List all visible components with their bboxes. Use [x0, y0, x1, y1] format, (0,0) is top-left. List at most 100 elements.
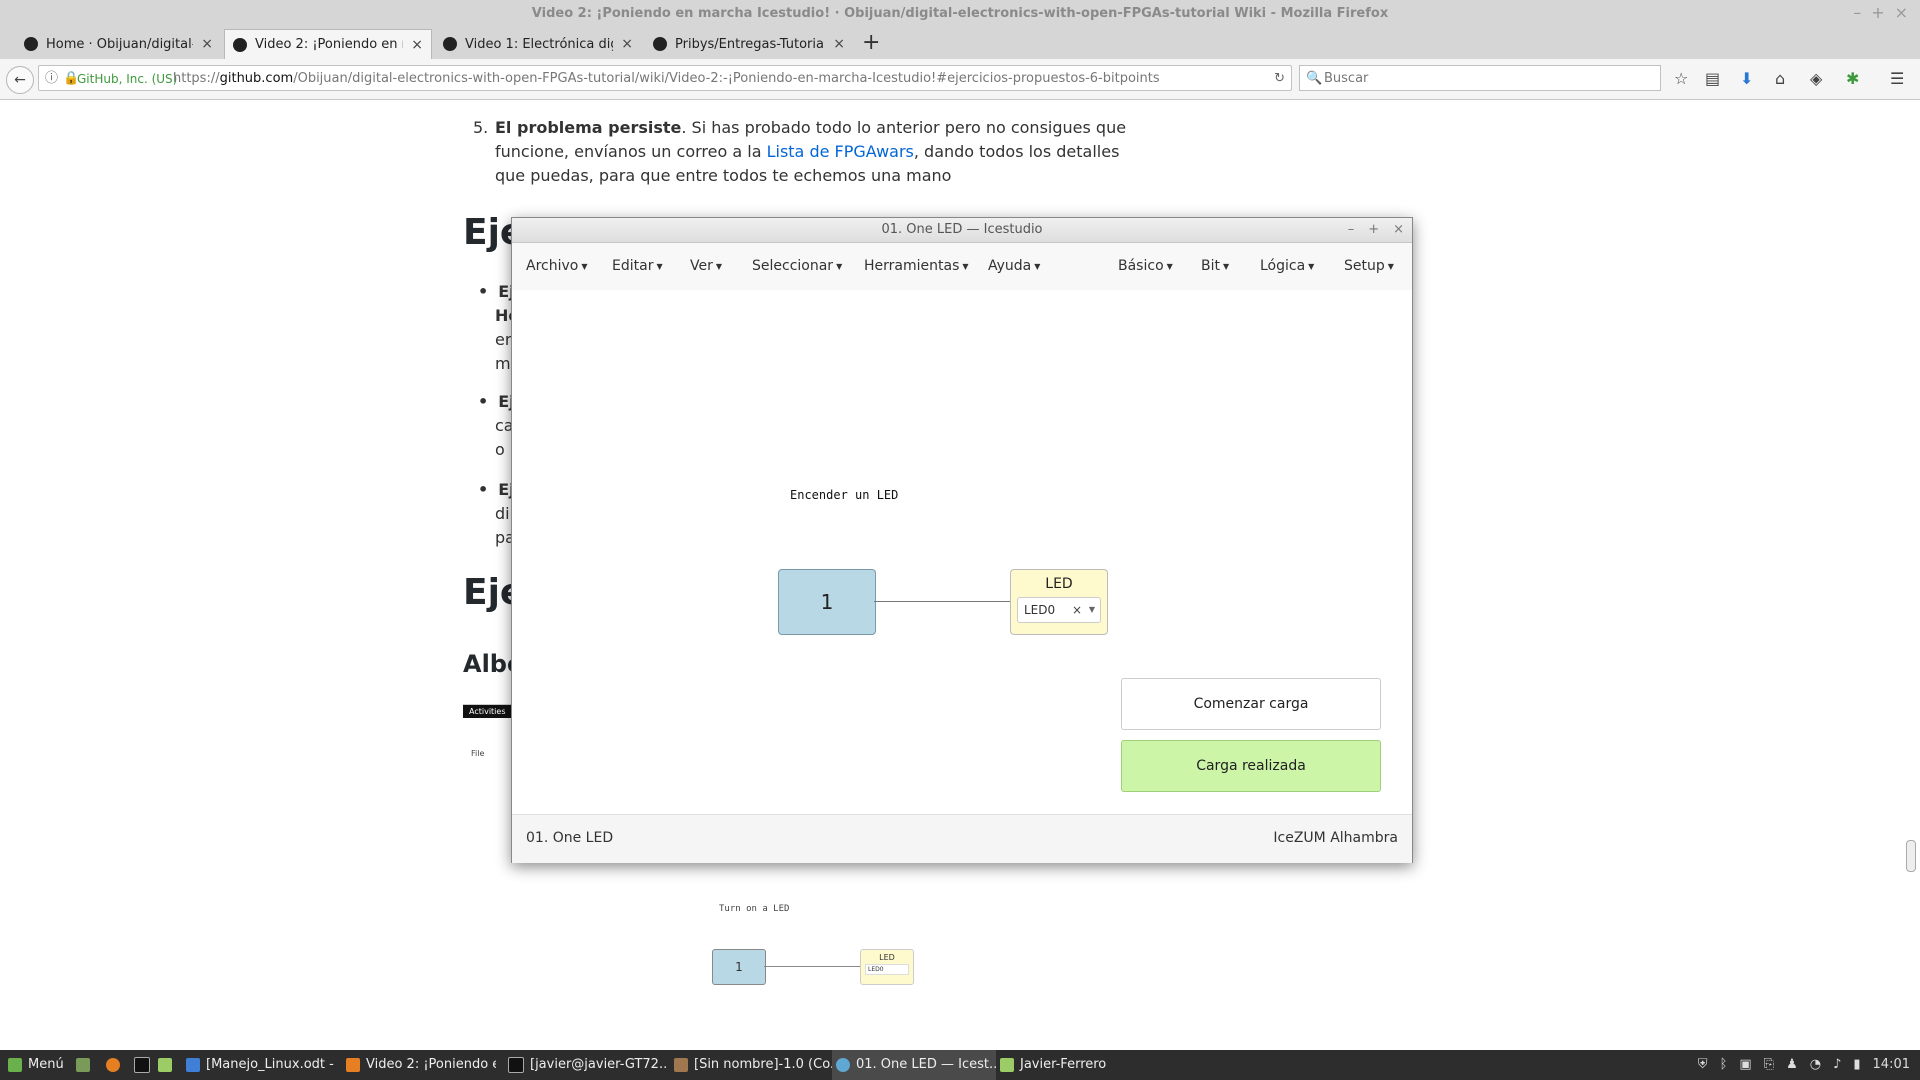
battery-icon[interactable]: ▮ — [1853, 1050, 1860, 1080]
led-pin-select[interactable]: LED0 × ▼ — [1017, 597, 1101, 623]
bold-text: El problema persiste — [495, 118, 682, 137]
menu-ayuda[interactable]: Ayuda ▼ — [988, 258, 1040, 274]
user-icon[interactable]: ♟ — [1786, 1050, 1798, 1080]
tab-video1[interactable]: Video 1: Electrónica digital p × — [435, 29, 641, 59]
close-icon[interactable]: × — [201, 36, 213, 52]
taskbar-item[interactable]: Video 2: ¡Poniendo e... — [342, 1050, 496, 1080]
reading-list-icon[interactable]: ▤ — [1705, 69, 1720, 88]
new-tab-button[interactable]: + — [862, 30, 880, 55]
bullet-text: o — [495, 440, 505, 459]
taskbar-item[interactable]: Javier-Ferrero — [996, 1050, 1150, 1080]
menu-setup[interactable]: Setup ▼ — [1344, 258, 1394, 274]
icestudio-menubar: Archivo ▼ Editar ▼ Ver ▼ Seleccionar ▼ Herra… — [512, 243, 1412, 292]
close-icon[interactable]: × — [833, 36, 845, 52]
icestudio-title: 01. One LED — Icestudio — [881, 222, 1043, 237]
extension-icon[interactable]: ✱ — [1846, 69, 1859, 88]
chevron-down-icon[interactable]: ▼ — [1089, 598, 1095, 622]
design-canvas[interactable]: Encender un LED 1 LED LED0 × ▼ Comenzar … — [512, 290, 1412, 814]
tab-pribys[interactable]: Pribys/Entregas-Tutorial-Ele × — [645, 29, 853, 59]
constant-block-image: 1 — [712, 949, 766, 985]
tab-label: Video 1: Electrónica digital p — [465, 36, 613, 52]
close-window-button[interactable]: × — [1895, 3, 1908, 22]
minimize-button[interactable]: – — [1348, 218, 1355, 242]
tab-video2[interactable]: Video 2: ¡Poniendo en marc × — [224, 29, 432, 59]
led-pin-value: LED0 — [1024, 603, 1056, 617]
bullet-item: • Ej — [478, 480, 515, 499]
taskbar-item[interactable]: [Sin nombre]-1.0 (Co... — [670, 1050, 834, 1080]
canvas-comment[interactable]: Encender un LED — [790, 488, 898, 502]
show-desktop-icon[interactable] — [72, 1050, 100, 1080]
diagram-caption: Turn on a LED — [719, 904, 790, 914]
led-value: LED0 — [865, 964, 909, 975]
home-icon[interactable]: ⌂ — [1775, 69, 1785, 88]
maximize-button[interactable]: + — [1368, 218, 1379, 242]
wire[interactable] — [874, 601, 1010, 602]
menu-bit[interactable]: Bit ▼ — [1201, 258, 1229, 274]
icestudio-titlebar: 01. One LED — Icestudio – + × — [512, 218, 1412, 243]
scrollbar-thumb[interactable] — [1906, 840, 1916, 872]
update-icon[interactable]: ⎘ — [1764, 1050, 1774, 1080]
taskbar-item[interactable]: [Manejo_Linux.odt - ... — [182, 1050, 336, 1080]
taskbar-item[interactable]: [javier@javier-GT72... — [504, 1050, 668, 1080]
led-label: LED — [1045, 576, 1073, 592]
tab-home[interactable]: Home · Obijuan/digital-elec × — [16, 29, 221, 59]
mint-icon — [8, 1057, 22, 1072]
close-icon[interactable]: × — [621, 36, 633, 52]
bluetooth-icon[interactable]: ᛒ — [1720, 1050, 1728, 1080]
activities-label: Activities — [463, 705, 512, 718]
search-icon: 🔍 — [1306, 71, 1323, 86]
start-menu-button[interactable]: Menú — [4, 1050, 68, 1080]
bullet-item: • Ej — [478, 282, 515, 301]
url-bar[interactable]: ⓘ 🔒 GitHub, Inc. (US) https://github.com… — [38, 65, 1292, 91]
tab-bar: Home · Obijuan/digital-elec × Video 2: ¡… — [0, 29, 1920, 59]
info-icon[interactable]: ⓘ — [45, 66, 58, 92]
wifi-icon[interactable]: ◔ — [1810, 1050, 1821, 1080]
firefox-launcher-icon[interactable] — [102, 1050, 130, 1080]
board-name[interactable]: IceZUM Alhambra — [1273, 830, 1398, 846]
wire-image — [764, 966, 860, 967]
back-button[interactable]: ← — [6, 66, 34, 94]
close-window-button[interactable]: × — [1393, 218, 1404, 242]
menu-herramientas[interactable]: Herramientas ▼ — [864, 258, 969, 274]
bullet-item: • Ej — [478, 392, 515, 411]
pocket-icon[interactable]: ◈ — [1810, 69, 1822, 88]
embedded-screenshot: Activities File — [463, 704, 513, 775]
star-icon[interactable]: ☆ — [1674, 69, 1688, 88]
window-title: Video 2: ¡Poniendo en marcha Icestudio! … — [531, 6, 1389, 21]
menu-editar[interactable]: Editar ▼ — [612, 258, 663, 274]
search-input[interactable]: 🔍 Buscar — [1299, 65, 1661, 91]
start-upload-button[interactable]: Comenzar carga — [1121, 678, 1381, 730]
led-label: LED — [879, 953, 895, 962]
navigation-bar: ← ⓘ 🔒 GitHub, Inc. (US) https://github.c… — [0, 59, 1920, 100]
bullet-text: m — [495, 354, 511, 373]
volume-icon[interactable]: ♪ — [1833, 1050, 1841, 1080]
menu-ver[interactable]: Ver ▼ — [690, 258, 722, 274]
constant-block[interactable]: 1 — [778, 569, 876, 635]
hamburger-menu-icon[interactable]: ☰ — [1890, 69, 1904, 88]
shield-icon[interactable]: ⛨ — [1698, 1050, 1708, 1080]
close-icon[interactable]: × — [411, 37, 423, 53]
taskbar-item[interactable]: 01. One LED — Icest... — [832, 1050, 996, 1080]
files-launcher-icon[interactable] — [154, 1050, 182, 1080]
icestudio-window: 01. One LED — Icestudio – + × Archivo ▼ E… — [511, 217, 1413, 863]
tab-label: Pribys/Entregas-Tutorial-Ele — [675, 36, 825, 52]
minimize-button[interactable]: – — [1853, 3, 1861, 22]
menu-seleccionar[interactable]: Seleccionar ▼ — [752, 258, 842, 274]
fpgawars-link[interactable]: Lista de FPGAwars — [767, 142, 914, 161]
download-icon[interactable]: ⬇ — [1740, 69, 1753, 88]
maximize-button[interactable]: + — [1871, 3, 1884, 22]
tab-label: Video 2: ¡Poniendo en marc — [255, 37, 403, 52]
upload-done-notification[interactable]: Carga realizada — [1121, 740, 1381, 792]
clear-icon[interactable]: × — [1072, 598, 1082, 622]
github-icon — [233, 37, 247, 52]
site-identity[interactable]: GitHub, Inc. (US) — [77, 66, 177, 92]
menu-basico[interactable]: Básico ▼ — [1118, 258, 1173, 274]
led-output-block[interactable]: LED LED0 × ▼ — [1010, 569, 1108, 635]
menu-logica[interactable]: Lógica ▼ — [1260, 258, 1314, 274]
clock[interactable]: 14:01 — [1873, 1050, 1910, 1080]
clipboard-icon[interactable]: ▣ — [1739, 1050, 1751, 1080]
url-text[interactable]: https://github.com/Obijuan/digital-elect… — [173, 66, 1243, 92]
reload-icon[interactable]: ↻ — [1274, 66, 1285, 92]
menu-archivo[interactable]: Archivo ▼ — [526, 258, 588, 274]
led-block-image: LED LED0 — [860, 949, 914, 985]
